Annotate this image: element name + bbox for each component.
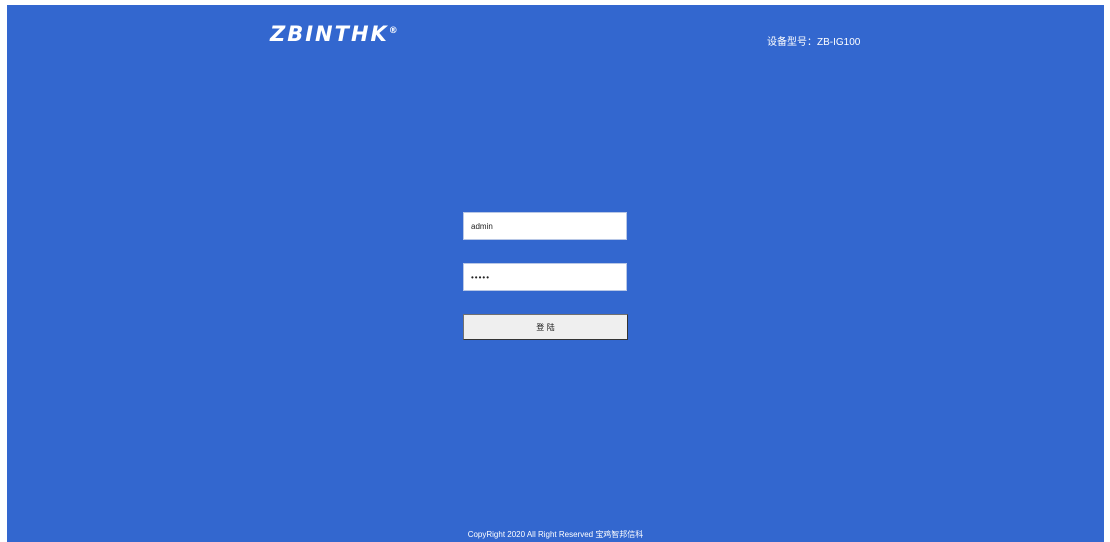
login-button[interactable]: 登 陆 — [463, 314, 628, 340]
registered-mark: ® — [388, 26, 398, 36]
username-input[interactable] — [463, 212, 627, 240]
brand-logo: ZBINTHK® — [270, 22, 398, 46]
login-page: ZBINTHK® 设备型号：ZB-IG100 登 陆 CopyRight 202… — [7, 5, 1104, 542]
device-model-label: 设备型号：ZB-IG100 — [767, 37, 861, 48]
copyright-footer: CopyRight 2020 All Right Reserved 宝鸡智邦信科 — [467, 530, 644, 539]
password-input[interactable] — [463, 263, 627, 291]
brand-logo-text: ZBINTHK — [270, 22, 389, 46]
login-form: 登 陆 — [463, 212, 628, 340]
